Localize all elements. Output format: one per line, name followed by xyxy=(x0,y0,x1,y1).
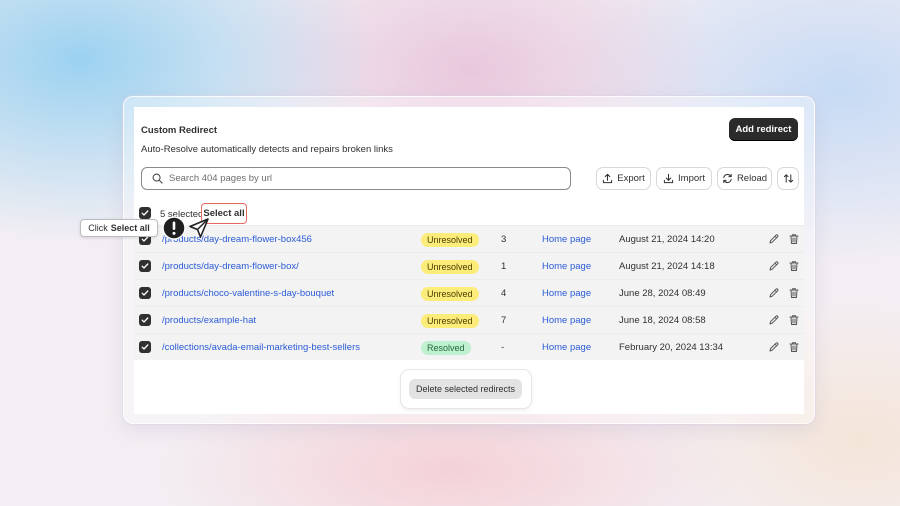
tooltip-target: Select all xyxy=(110,223,150,233)
hit-count: 4 xyxy=(501,288,507,299)
status-badge: Unresolved xyxy=(421,233,479,247)
trash-icon xyxy=(789,315,799,325)
reload-label: Reload xyxy=(736,173,768,184)
edit-button[interactable] xyxy=(768,314,780,329)
checkmark-icon xyxy=(141,317,149,323)
status-badge: Unresolved xyxy=(421,287,479,301)
pencil-icon xyxy=(769,342,779,352)
search-box[interactable] xyxy=(141,167,571,190)
target-link[interactable]: Home page xyxy=(542,342,591,353)
upload-icon xyxy=(603,173,613,184)
cursor-icon xyxy=(189,218,209,238)
sort-arrows-icon xyxy=(783,174,793,183)
refresh-icon xyxy=(723,173,732,184)
row-checkbox[interactable] xyxy=(139,260,151,272)
select-all-checkbox[interactable] xyxy=(139,207,151,219)
trash-icon xyxy=(789,342,799,352)
checkmark-icon xyxy=(141,210,149,216)
custom-redirect-card: Custom Redirect Auto-Resolve automatical… xyxy=(134,107,804,414)
search-icon xyxy=(152,173,163,184)
table-row[interactable]: /products/day-dream-flower-box456 Unreso… xyxy=(134,225,804,252)
status-cell: Unresolved xyxy=(421,260,479,274)
row-url-link[interactable]: /products/example-hat xyxy=(162,315,256,326)
delete-button[interactable] xyxy=(788,341,800,356)
table-row[interactable]: /products/example-hat Unresolved 7 Home … xyxy=(134,306,804,333)
hit-count: - xyxy=(501,342,505,353)
import-button[interactable]: Import xyxy=(657,168,711,189)
pencil-icon xyxy=(769,261,779,271)
table-row[interactable]: /collections/avada-email-marketing-best-… xyxy=(134,333,804,360)
target-link[interactable]: Home page xyxy=(542,261,591,272)
alert-icon xyxy=(162,216,186,240)
checkmark-icon xyxy=(141,290,149,296)
hit-count: 3 xyxy=(501,234,507,245)
target-link[interactable]: Home page xyxy=(542,288,591,299)
row-url-link[interactable]: /products/choco-valentine-s-day-bouquet xyxy=(162,288,334,299)
delete-button[interactable] xyxy=(788,233,800,248)
download-icon xyxy=(663,173,674,184)
hit-count: 1 xyxy=(501,261,507,272)
last-seen-date: June 18, 2024 08:58 xyxy=(619,315,706,326)
status-cell: Unresolved xyxy=(421,314,479,328)
pencil-icon xyxy=(769,315,779,325)
target-link[interactable]: Home page xyxy=(542,234,591,245)
row-checkbox[interactable] xyxy=(139,314,151,326)
table-row[interactable]: /products/choco-valentine-s-day-bouquet … xyxy=(134,279,804,306)
delete-selected-button[interactable]: Delete selected redirects xyxy=(409,379,522,399)
last-seen-date: February 20, 2024 13:34 xyxy=(619,342,724,353)
table-row[interactable]: /products/day-dream-flower-box/ Unresolv… xyxy=(134,252,804,279)
checkmark-icon xyxy=(141,263,149,269)
hit-count: 7 xyxy=(501,315,507,326)
import-label: Import xyxy=(678,173,705,184)
status-cell: Unresolved xyxy=(421,233,479,247)
sort-button[interactable] xyxy=(778,168,798,189)
status-badge: Resolved xyxy=(421,341,471,355)
pencil-icon xyxy=(769,288,779,298)
row-checkbox[interactable] xyxy=(139,287,151,299)
export-button[interactable]: Export xyxy=(597,168,650,189)
pencil-icon xyxy=(769,234,779,244)
trash-icon xyxy=(789,288,799,298)
edit-button[interactable] xyxy=(768,233,780,248)
row-checkbox[interactable] xyxy=(139,341,151,353)
card-subtitle: Auto-Resolve automatically detects and r… xyxy=(141,144,393,155)
trash-icon xyxy=(789,261,799,271)
delete-button[interactable] xyxy=(788,314,800,329)
delete-button[interactable] xyxy=(788,260,800,275)
checkmark-icon xyxy=(141,344,149,350)
reload-button[interactable]: Reload xyxy=(718,168,771,189)
last-seen-date: August 21, 2024 14:18 xyxy=(619,261,715,272)
add-redirect-button[interactable]: Add redirect xyxy=(729,118,798,141)
status-cell: Unresolved xyxy=(421,287,479,301)
delete-button[interactable] xyxy=(788,287,800,302)
target-link[interactable]: Home page xyxy=(542,315,591,326)
last-seen-date: June 28, 2024 08:49 xyxy=(619,288,706,299)
status-badge: Unresolved xyxy=(421,260,479,274)
bulk-action-bar: Delete selected redirects xyxy=(401,370,531,408)
guide-tooltip: Click Select all xyxy=(80,219,158,237)
trash-icon xyxy=(789,234,799,244)
edit-button[interactable] xyxy=(768,341,780,356)
status-cell: Resolved xyxy=(421,341,471,355)
tooltip-prefix: Click xyxy=(88,223,108,233)
last-seen-date: August 21, 2024 14:20 xyxy=(619,234,715,245)
edit-button[interactable] xyxy=(768,287,780,302)
row-url-link[interactable]: /collections/avada-email-marketing-best-… xyxy=(162,342,360,353)
row-url-link[interactable]: /products/day-dream-flower-box/ xyxy=(162,261,299,272)
edit-button[interactable] xyxy=(768,260,780,275)
search-input[interactable] xyxy=(169,173,549,184)
status-badge: Unresolved xyxy=(421,314,479,328)
card-title: Custom Redirect xyxy=(141,125,218,136)
export-label: Export xyxy=(617,173,645,184)
